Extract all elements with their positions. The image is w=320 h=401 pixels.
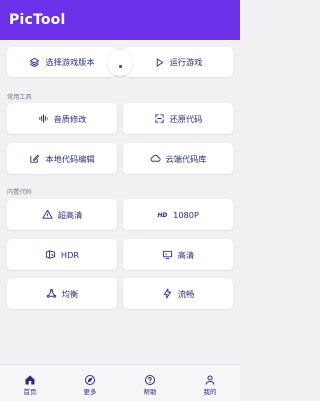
hd-label: 高清 — [177, 249, 195, 260]
ultra-hd-label: 超高清 — [57, 209, 83, 220]
nav-help-label: 帮助 — [143, 387, 157, 396]
hdr-label: HDR — [60, 249, 80, 260]
restore-code-button[interactable]: 还原代码 — [123, 103, 233, 134]
help-icon — [144, 371, 156, 385]
play-icon — [154, 57, 165, 68]
section-common-tools: 常用工具 — [7, 94, 32, 101]
nav-home-label: 首页 — [23, 387, 37, 396]
run-game-button[interactable]: 运行游戏 — [123, 47, 233, 77]
local-code-edit-label: 本地代码编辑 — [45, 153, 95, 164]
audio-quality-button[interactable]: 音质修改 — [7, 103, 117, 134]
person-icon — [204, 371, 216, 385]
center-fab[interactable] — [107, 50, 133, 76]
run-game-label: 运行游戏 — [169, 57, 203, 67]
balanced-button[interactable]: 均衡 — [7, 278, 117, 309]
restore-code-label: 还原代码 — [169, 113, 203, 124]
select-game-version-label: 选择游戏版本 — [45, 57, 95, 67]
smooth-label: 流畅 — [177, 288, 195, 299]
nav-profile-label: 我的 — [203, 387, 217, 396]
cloud-code-library-button[interactable]: 云端代码库 — [123, 143, 233, 174]
ultra-hd-button[interactable]: 超高清 — [7, 199, 117, 230]
edit-icon — [29, 153, 40, 164]
app-bar: PicTool — [0, 0, 240, 40]
balanced-label: 均衡 — [61, 288, 79, 299]
1080p-button[interactable]: HD 1080P — [123, 199, 233, 230]
home-icon — [24, 371, 36, 384]
layers-icon — [29, 57, 40, 68]
hdr-icon — [45, 249, 56, 260]
nav-home[interactable]: 首页 — [10, 365, 50, 401]
nav-profile[interactable]: 我的 — [190, 365, 230, 401]
select-game-version-button[interactable]: 选择游戏版本 — [7, 47, 117, 77]
hd-icon: HD — [157, 209, 168, 220]
app-title: PicTool — [9, 12, 66, 28]
audio-quality-label: 音质修改 — [53, 113, 87, 124]
compass-icon — [84, 371, 96, 385]
nav-more[interactable]: 更多 — [70, 365, 110, 401]
audio-wave-icon — [38, 113, 49, 124]
restore-icon — [154, 113, 165, 124]
screen-icon — [162, 249, 173, 260]
bottom-nav: 首页 更多 帮助 我的 — [0, 364, 240, 401]
svg-text:HD: HD — [158, 212, 168, 219]
local-code-edit-button[interactable]: 本地代码编辑 — [7, 143, 117, 174]
warning-triangle-icon — [42, 209, 53, 220]
network-icon — [46, 288, 57, 299]
nav-more-label: 更多 — [83, 387, 97, 396]
hdr-button[interactable]: HDR — [7, 239, 117, 270]
nav-help[interactable]: 帮助 — [130, 365, 170, 401]
hd-button[interactable]: 高清 — [123, 239, 233, 270]
1080p-label: 1080P — [173, 209, 199, 220]
lightning-icon — [162, 288, 173, 299]
section-builtin-code: 内置代码 — [7, 189, 32, 196]
cloud-code-library-label: 云端代码库 — [165, 153, 207, 164]
smooth-button[interactable]: 流畅 — [123, 278, 233, 309]
cloud-icon — [150, 153, 161, 164]
